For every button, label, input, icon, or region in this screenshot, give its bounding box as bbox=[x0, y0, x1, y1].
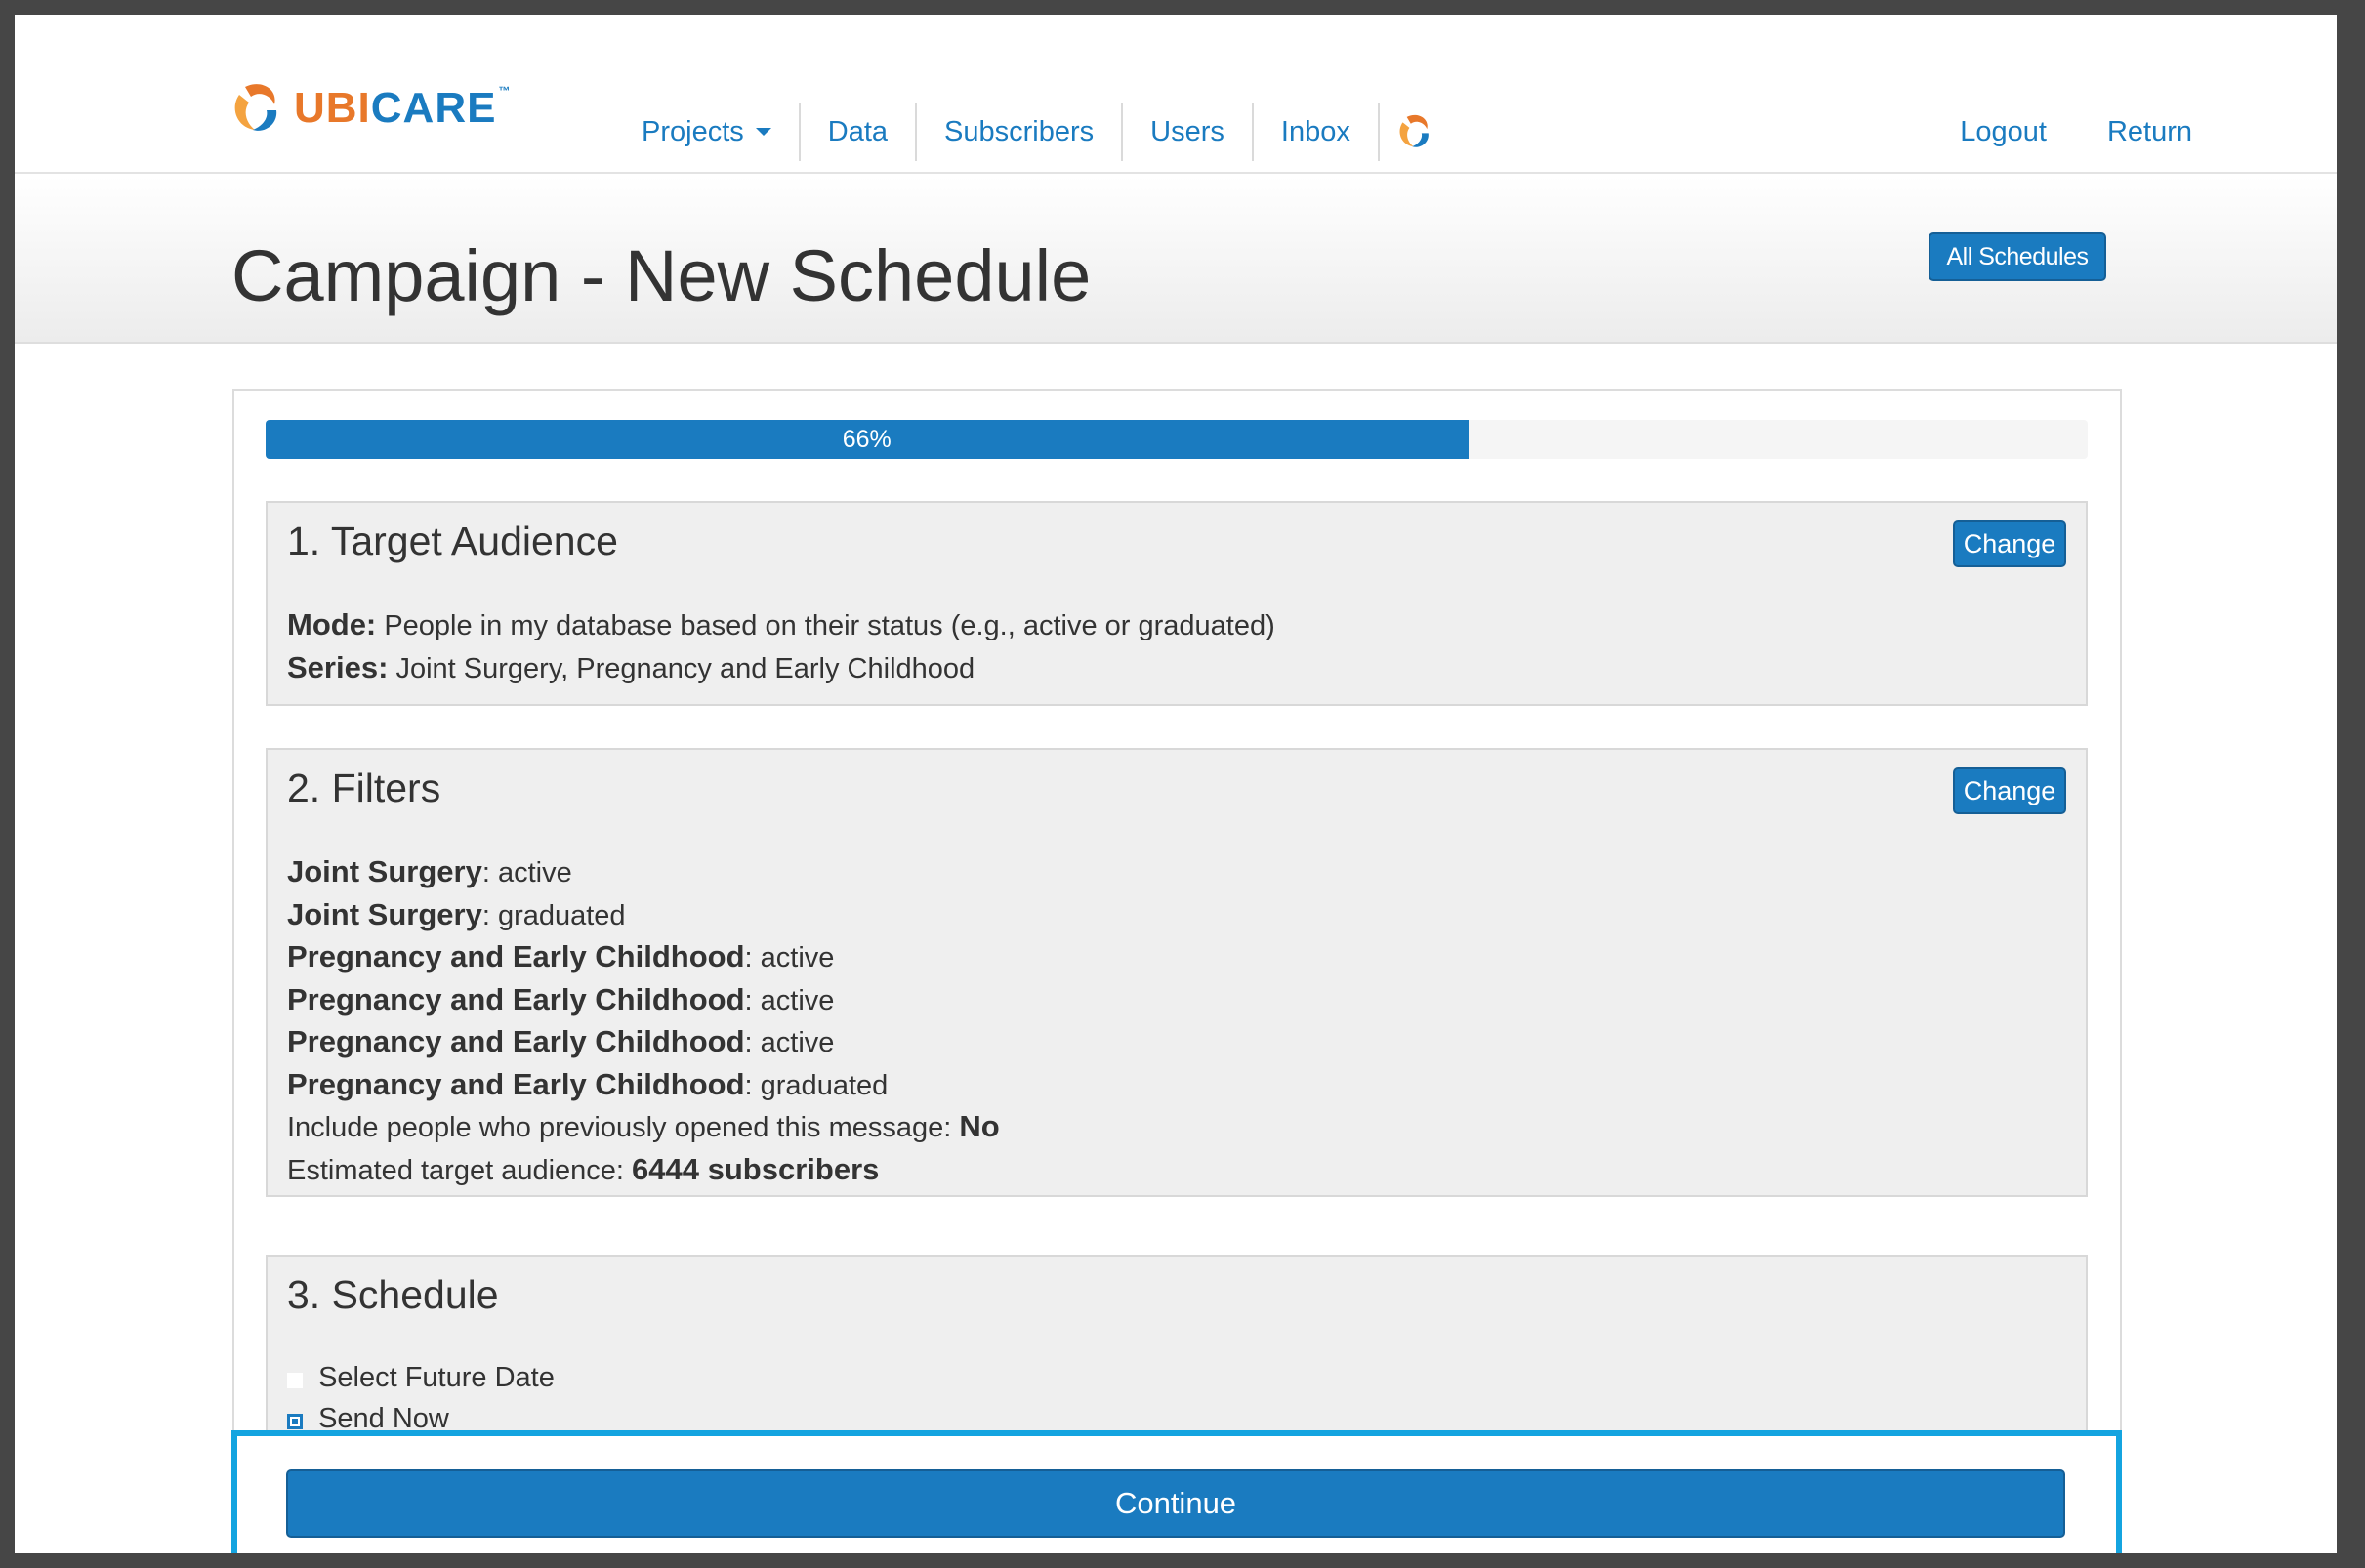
estimated-audience-row: Estimated target audience: 6444 subscrib… bbox=[287, 1149, 1000, 1192]
filter-row: Pregnancy and Early Childhood: active bbox=[287, 936, 1000, 979]
change-filters-button[interactable]: Change bbox=[1953, 767, 2066, 814]
target-audience-section: 1. Target Audience Change Mode: People i… bbox=[266, 501, 2088, 706]
nav-home-logo[interactable] bbox=[1380, 103, 1464, 161]
ubicare-logo-icon bbox=[234, 84, 277, 131]
filter-status: : active bbox=[744, 984, 835, 1016]
logout-link[interactable]: Logout bbox=[1960, 116, 2047, 148]
schedule-options: Select Future Date Send Now bbox=[287, 1358, 555, 1439]
include-opened-label: Include people who previously opened thi… bbox=[287, 1112, 952, 1143]
brand-logo[interactable]: Ubi Care ™ bbox=[231, 81, 511, 136]
schedule-option-future[interactable]: Select Future Date bbox=[287, 1358, 555, 1399]
app-window: Ubi Care ™ Projects Data Subscribers Use… bbox=[15, 15, 2337, 1553]
page-title: Campaign - New Schedule bbox=[231, 235, 1092, 316]
filter-status: : graduated bbox=[744, 1069, 889, 1101]
filter-series: Joint Surgery bbox=[287, 854, 482, 888]
series-row: Series: Joint Surgery, Pregnancy and Ear… bbox=[287, 647, 1275, 690]
include-opened-value: No bbox=[959, 1109, 1000, 1143]
continue-button[interactable]: Continue bbox=[286, 1469, 2065, 1538]
ubicare-swirl-icon bbox=[1399, 114, 1429, 147]
filters-section: 2. Filters Change Joint Surgery: active … bbox=[266, 748, 2088, 1197]
filter-row: Pregnancy and Early Childhood: active bbox=[287, 979, 1000, 1022]
caret-down-icon bbox=[755, 128, 771, 136]
schedule-title: 3. Schedule bbox=[287, 1272, 499, 1317]
filter-series: Joint Surgery bbox=[287, 896, 482, 931]
target-audience-title: 1. Target Audience bbox=[287, 518, 618, 563]
mode-value: People in my database based on their sta… bbox=[384, 610, 1275, 641]
target-audience-details: Mode: People in my database based on the… bbox=[287, 604, 1275, 689]
send-now-label: Send Now bbox=[318, 1402, 449, 1434]
return-link[interactable]: Return bbox=[2107, 116, 2192, 148]
progress-bar: 66% bbox=[266, 420, 2088, 459]
series-label: Series: bbox=[287, 649, 389, 684]
estimated-audience-label: Estimated target audience: bbox=[287, 1154, 624, 1186]
filters-title: 2. Filters bbox=[287, 765, 441, 810]
nav-data[interactable]: Data bbox=[801, 103, 918, 161]
filter-row: Joint Surgery: graduated bbox=[287, 894, 1000, 937]
all-schedules-button[interactable]: All Schedules bbox=[1929, 232, 2106, 281]
filters-list: Joint Surgery: active Joint Surgery: gra… bbox=[287, 851, 1000, 1191]
mode-row: Mode: People in my database based on the… bbox=[287, 604, 1275, 647]
brand-wordmark: Ubi Care ™ bbox=[294, 84, 511, 133]
filter-status: : active bbox=[481, 857, 572, 888]
filter-series: Pregnancy and Early Childhood bbox=[287, 981, 745, 1016]
nav-projects-label: Projects bbox=[642, 116, 744, 147]
mode-label: Mode: bbox=[287, 607, 377, 641]
send-now-radio[interactable] bbox=[287, 1413, 303, 1429]
navbar: Ubi Care ™ Projects Data Subscribers Use… bbox=[15, 15, 2337, 174]
estimated-audience-value: 6444 subscribers bbox=[632, 1151, 880, 1186]
progress-bar-fill: 66% bbox=[266, 420, 1469, 459]
brand-care: Care bbox=[370, 84, 497, 132]
brand-trademark: ™ bbox=[498, 84, 512, 98]
filter-series: Pregnancy and Early Childhood bbox=[287, 939, 745, 973]
nav-users[interactable]: Users bbox=[1123, 103, 1254, 161]
filter-series: Pregnancy and Early Childhood bbox=[287, 1024, 745, 1058]
filter-status: : active bbox=[744, 942, 835, 973]
filter-row: Pregnancy and Early Childhood: active bbox=[287, 1021, 1000, 1064]
future-date-radio[interactable] bbox=[287, 1373, 303, 1388]
filter-row: Joint Surgery: active bbox=[287, 851, 1000, 894]
brand-ubi: Ubi bbox=[294, 84, 371, 132]
nav-right: Logout Return bbox=[1899, 103, 2192, 161]
nav-inbox[interactable]: Inbox bbox=[1254, 103, 1380, 161]
nav-projects[interactable]: Projects bbox=[620, 103, 801, 161]
filter-series: Pregnancy and Early Childhood bbox=[287, 1066, 745, 1101]
page-header: Campaign - New Schedule All Schedules bbox=[15, 176, 2337, 344]
change-target-audience-button[interactable]: Change bbox=[1953, 520, 2066, 567]
main-nav: Projects Data Subscribers Users Inbox bbox=[620, 103, 1464, 161]
filter-row: Pregnancy and Early Childhood: graduated bbox=[287, 1064, 1000, 1107]
continue-highlight: Continue bbox=[231, 1430, 2122, 1553]
schedule-wizard-panel: 66% 1. Target Audience Change Mode: Peop… bbox=[232, 389, 2122, 1553]
future-date-label: Select Future Date bbox=[318, 1362, 555, 1393]
filter-status: : graduated bbox=[481, 899, 626, 931]
series-value: Joint Surgery, Pregnancy and Early Child… bbox=[395, 652, 975, 684]
filter-status: : active bbox=[744, 1027, 835, 1058]
nav-subscribers[interactable]: Subscribers bbox=[917, 103, 1124, 161]
include-opened-row: Include people who previously opened thi… bbox=[287, 1106, 1000, 1149]
